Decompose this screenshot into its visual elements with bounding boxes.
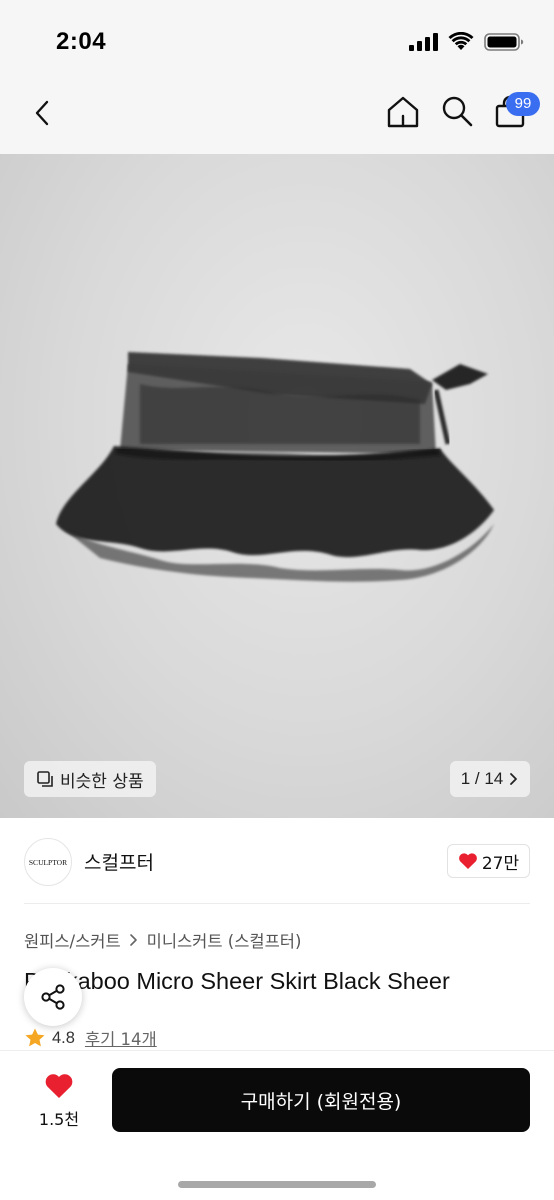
heart-icon (458, 853, 477, 869)
signal-icon (409, 33, 438, 51)
bottom-action-bar: 1.5천 구매하기 (회원전용) (0, 1050, 554, 1200)
star-icon (25, 1028, 45, 1047)
search-icon[interactable] (440, 94, 474, 128)
buy-button[interactable]: 구매하기 (회원전용) (112, 1068, 530, 1132)
page-indicator-text: 1 / 14 (460, 769, 504, 788)
breadcrumb-category[interactable]: 원피스/스커트 (24, 928, 121, 952)
similar-products-label: 비슷한 상품 (60, 771, 144, 792)
image-page-indicator[interactable]: 1 / 14 (450, 761, 530, 797)
brand-logo[interactable]: SCULPTOR (24, 838, 72, 886)
status-time: 2:04 (56, 28, 107, 55)
similar-products-button[interactable]: 비슷한 상품 (24, 761, 156, 797)
wifi-icon (448, 32, 474, 50)
brand-row: SCULPTOR 스컬프터 27만 (0, 818, 554, 904)
rating-row: 4.8 후기 14개 (24, 1026, 157, 1050)
status-bar: 2:04 (0, 0, 554, 88)
similar-icon (37, 771, 53, 787)
share-button[interactable] (24, 968, 82, 1026)
rating-value: 4.8 (52, 1028, 75, 1047)
product-title: Peekaboo Micro Sheer Skirt Black Sheer (24, 968, 450, 994)
brand-like-count: 27만 (481, 853, 520, 874)
battery-icon (484, 33, 524, 51)
brand-logo-text: SCULPTOR (28, 857, 68, 867)
back-arrow-icon[interactable] (28, 98, 58, 128)
home-indicator (178, 1181, 376, 1188)
divider (24, 903, 530, 904)
brand-name[interactable]: 스컬프터 (84, 848, 154, 875)
brand-like-button[interactable]: 27만 (447, 844, 530, 878)
cart-count-badge: 99 (506, 92, 540, 116)
product-image[interactable]: 비슷한 상품 1 / 14 (0, 154, 554, 818)
breadcrumb-subcategory[interactable]: 미니스커트 (스컬프터) (147, 928, 302, 952)
reviews-link[interactable]: 후기 14개 (85, 1026, 157, 1050)
status-icons (408, 32, 524, 52)
skirt-photo (56, 352, 494, 582)
wishlist-count: 1.5천 (38, 1110, 80, 1129)
home-icon[interactable] (385, 94, 421, 130)
breadcrumb: 원피스/스커트 미니스커트 (스컬프터) (24, 928, 301, 952)
share-icon (41, 984, 65, 1010)
wishlist-heart-icon[interactable] (44, 1071, 74, 1101)
nav-bar (0, 88, 554, 154)
chevron-right-icon (129, 934, 137, 946)
chevron-right-icon (510, 773, 518, 785)
